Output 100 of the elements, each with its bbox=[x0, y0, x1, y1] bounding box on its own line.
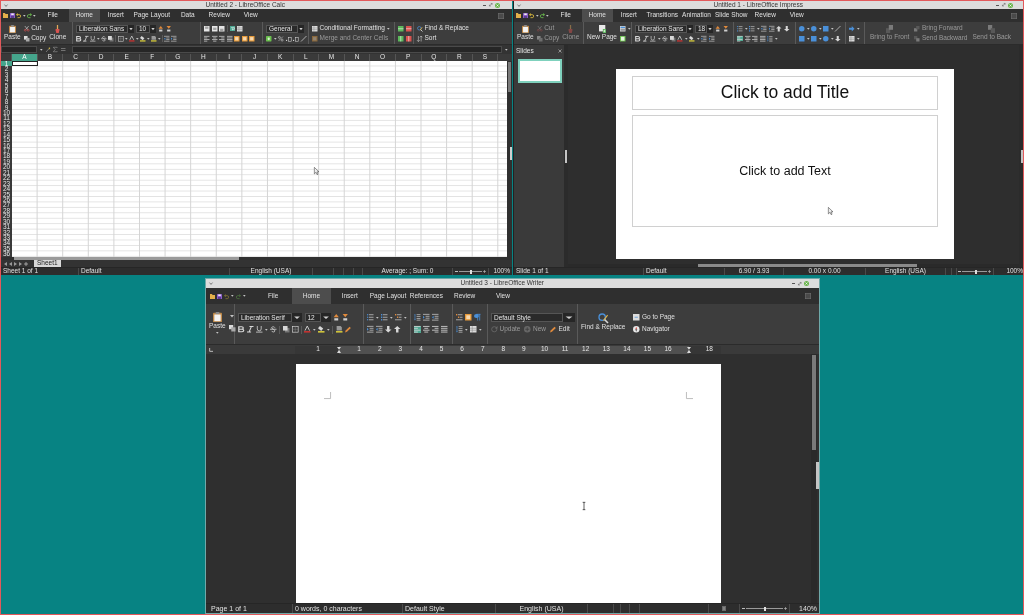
triangle-down-icon[interactable] bbox=[342, 314, 349, 321]
splitter-handle[interactable] bbox=[565, 149, 567, 163]
caret-icon[interactable] bbox=[806, 27, 810, 30]
increase-indent-icon[interactable] bbox=[367, 326, 374, 333]
caret-icon[interactable] bbox=[535, 14, 539, 17]
caret-icon[interactable] bbox=[386, 27, 390, 30]
new-page-icon[interactable] bbox=[598, 25, 606, 33]
dropdown-arrow-icon[interactable] bbox=[707, 24, 713, 33]
caret-icon[interactable] bbox=[774, 37, 778, 40]
bold-icon[interactable] bbox=[635, 35, 641, 42]
align-center-icon[interactable] bbox=[744, 35, 750, 42]
caret-icon[interactable] bbox=[390, 316, 393, 319]
increase-indent-icon[interactable] bbox=[768, 25, 775, 32]
align-right-icon[interactable] bbox=[432, 326, 439, 333]
caret-icon[interactable] bbox=[40, 48, 43, 51]
caret-icon[interactable] bbox=[856, 27, 860, 30]
clipboard-icon[interactable] bbox=[521, 25, 529, 33]
decrease-indent-icon[interactable] bbox=[376, 326, 383, 333]
caret-icon[interactable] bbox=[479, 328, 482, 331]
decrease-indent-icon[interactable] bbox=[432, 314, 439, 321]
slide-thumbnail[interactable] bbox=[518, 59, 562, 83]
fill-color-icon[interactable] bbox=[150, 35, 157, 42]
equals-icon[interactable] bbox=[60, 48, 66, 51]
columns-icon[interactable] bbox=[405, 35, 411, 42]
outline-list-icon[interactable] bbox=[456, 314, 463, 321]
align-top-icon[interactable] bbox=[204, 25, 210, 32]
strikethrough-icon[interactable] bbox=[270, 326, 277, 333]
columns-icon[interactable] bbox=[398, 35, 404, 42]
arrow-up-icon[interactable] bbox=[394, 326, 401, 333]
caret-icon[interactable] bbox=[157, 37, 161, 40]
slide-canvas[interactable]: Click to add Title Click to add Text bbox=[616, 69, 954, 259]
search-icon[interactable] bbox=[417, 25, 423, 32]
pilcrow-icon[interactable] bbox=[474, 314, 481, 321]
caret-icon[interactable] bbox=[744, 27, 748, 30]
numbered-list-icon[interactable] bbox=[749, 25, 755, 32]
line-spacing-icon[interactable] bbox=[414, 314, 421, 321]
vertical-scrollbar[interactable] bbox=[507, 61, 512, 257]
align-bottom-icon[interactable] bbox=[219, 25, 225, 32]
arrow-right-icon[interactable] bbox=[849, 25, 855, 32]
text-placeholder[interactable]: Click to add Text bbox=[739, 164, 831, 178]
caret-icon[interactable] bbox=[135, 37, 139, 40]
square-icon[interactable] bbox=[498, 12, 504, 19]
folder-icon[interactable] bbox=[210, 293, 215, 299]
align-middle-icon[interactable] bbox=[211, 25, 217, 32]
align-right-icon[interactable] bbox=[219, 35, 225, 42]
magic-wand-icon[interactable] bbox=[45, 47, 51, 52]
caret-icon[interactable] bbox=[327, 328, 330, 331]
redo-icon[interactable] bbox=[26, 13, 32, 18]
caret-icon[interactable] bbox=[229, 315, 234, 318]
copy-icon[interactable] bbox=[23, 35, 30, 42]
triangle-down-icon[interactable] bbox=[722, 25, 728, 32]
caret-icon[interactable] bbox=[404, 316, 407, 319]
plus-icon[interactable] bbox=[24, 261, 28, 266]
font-color-icon[interactable] bbox=[304, 326, 311, 333]
clipboard-icon[interactable] bbox=[212, 312, 222, 322]
caret-icon[interactable] bbox=[756, 27, 760, 30]
rows-icon[interactable] bbox=[398, 25, 404, 32]
caret-icon[interactable] bbox=[22, 14, 26, 17]
line-spacing-icon[interactable] bbox=[767, 35, 773, 42]
sidebar-handle[interactable] bbox=[1021, 149, 1023, 163]
align-left-icon[interactable] bbox=[737, 35, 743, 42]
horizontal-scrollbar[interactable] bbox=[1, 257, 512, 260]
document-icon[interactable] bbox=[620, 35, 626, 42]
scrollbar-thumb[interactable] bbox=[508, 62, 511, 92]
caret-icon[interactable] bbox=[818, 27, 822, 30]
zoom-slider-thumb[interactable] bbox=[974, 269, 977, 274]
sum-icon[interactable] bbox=[53, 47, 58, 52]
caret-icon[interactable] bbox=[818, 37, 822, 40]
dropdown-arrow-icon[interactable] bbox=[687, 24, 693, 33]
zoom-slider[interactable] bbox=[962, 269, 987, 274]
table-icon[interactable] bbox=[237, 25, 243, 32]
arrow-down-icon[interactable] bbox=[385, 326, 392, 333]
caret-icon[interactable] bbox=[216, 331, 219, 334]
minimize-icon[interactable] bbox=[791, 283, 795, 284]
arrow-down-icon[interactable] bbox=[783, 25, 790, 32]
maximize-icon[interactable] bbox=[1001, 3, 1005, 7]
caret-icon[interactable] bbox=[546, 14, 549, 17]
formula-input[interactable] bbox=[72, 46, 503, 53]
justify-icon[interactable] bbox=[759, 35, 765, 42]
folder-icon[interactable] bbox=[3, 13, 8, 18]
fill-color-icon[interactable] bbox=[335, 326, 343, 333]
numbered-list-icon[interactable] bbox=[381, 314, 388, 321]
shadow-icon[interactable] bbox=[669, 35, 676, 42]
zoom-slider-thumb[interactable] bbox=[763, 606, 766, 611]
sort-icon[interactable] bbox=[417, 35, 423, 42]
minimize-icon[interactable] bbox=[482, 4, 486, 6]
borders-icon[interactable] bbox=[117, 35, 124, 42]
triangle-up-icon[interactable] bbox=[333, 314, 340, 321]
decrease-indent-icon[interactable] bbox=[701, 35, 707, 42]
caret-icon[interactable] bbox=[242, 295, 246, 297]
underline-icon[interactable] bbox=[90, 35, 96, 42]
align-center-icon[interactable] bbox=[423, 326, 430, 333]
caret-icon[interactable] bbox=[273, 37, 277, 40]
caret-icon[interactable] bbox=[684, 37, 688, 40]
caret-icon[interactable] bbox=[627, 27, 631, 30]
pencil-icon[interactable] bbox=[344, 326, 352, 333]
search-icon[interactable] bbox=[598, 313, 609, 323]
strikethrough-icon[interactable] bbox=[101, 35, 107, 42]
caret-icon[interactable] bbox=[465, 328, 468, 331]
zoom-in-icon[interactable] bbox=[784, 607, 787, 610]
